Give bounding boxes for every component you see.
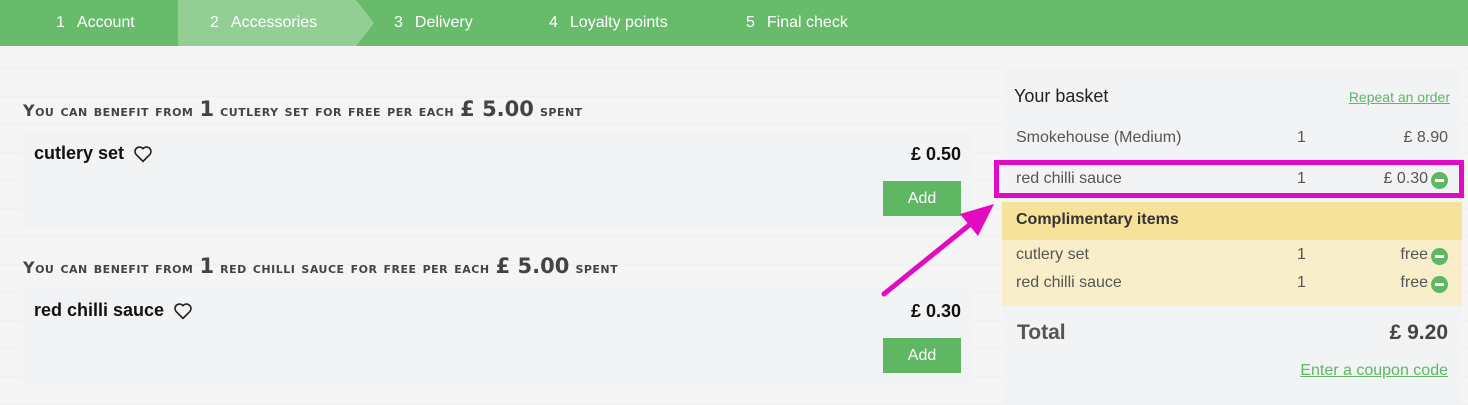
- offer-threshold: £ 5.00: [460, 97, 534, 121]
- basket-item-price: free: [1400, 274, 1428, 291]
- basket-item-name: red chilli sauce: [1016, 170, 1122, 187]
- remove-icon[interactable]: [1431, 276, 1448, 293]
- step-label: Accessories: [230, 14, 318, 31]
- step-number: 2: [210, 14, 219, 31]
- total-value: £ 9.20: [1389, 321, 1448, 344]
- offer-heading: You can benefit from 1 cutlery set for f…: [23, 97, 583, 121]
- offer-heading-mid: for free per each: [315, 101, 455, 120]
- step-delivery[interactable]: 3 Delivery: [394, 0, 473, 46]
- step-account[interactable]: 1 Account: [56, 0, 135, 46]
- offer-heading-prefix: You can benefit from: [23, 258, 194, 277]
- offer-count: 1: [199, 97, 215, 121]
- basket-item-qty: 1: [1297, 129, 1306, 146]
- offer-item: cutlery set: [220, 101, 310, 120]
- offer-threshold: £ 5.00: [495, 254, 570, 278]
- step-number: 3: [394, 14, 403, 31]
- offer-heading-suffix: spent: [539, 101, 583, 120]
- basket-item-price: £ 0.30: [1383, 170, 1428, 187]
- basket-item-qty: 1: [1297, 170, 1306, 187]
- add-button[interactable]: Add: [883, 338, 961, 373]
- basket-item-qty: 1: [1297, 274, 1306, 291]
- basket-item-name: cutlery set: [1016, 246, 1089, 263]
- remove-icon[interactable]: [1431, 172, 1448, 189]
- step-number: 4: [549, 14, 558, 31]
- total-label: Total: [1017, 321, 1066, 344]
- complimentary-title: Complimentary items: [1016, 211, 1179, 228]
- basket-panel: Your basket Repeat an order Smokehouse (…: [1002, 70, 1462, 405]
- checkout-steps: 1 Account 2 Accessories 3 Delivery 4 Loy…: [0, 0, 1468, 46]
- basket-item-name: red chilli sauce: [1016, 274, 1122, 291]
- repeat-order-link[interactable]: Repeat an order: [1349, 89, 1450, 105]
- product-price: £ 0.50: [910, 144, 961, 164]
- product-name: cutlery set: [34, 143, 153, 164]
- step-number: 5: [746, 14, 755, 31]
- step-final-check[interactable]: 5 Final check: [746, 0, 848, 46]
- step-label: Account: [76, 14, 135, 31]
- step-number: 1: [56, 14, 65, 31]
- offer-heading: You can benefit from 1 red chilli sauce …: [23, 254, 618, 278]
- product-name-text: cutlery set: [34, 143, 125, 163]
- product-name-text: red chilli sauce: [34, 300, 165, 320]
- offer-heading-mid: for free per each: [350, 258, 490, 277]
- product-price: £ 0.30: [910, 301, 961, 321]
- offer-heading-prefix: You can benefit from: [23, 101, 194, 120]
- complimentary-header: Complimentary items: [1002, 202, 1462, 240]
- product-card: red chilli sauce £ 0.30 Add: [23, 288, 973, 384]
- heart-icon[interactable]: [173, 302, 193, 320]
- basket-item-price: £ 8.90: [1403, 129, 1448, 146]
- product-name: red chilli sauce: [34, 300, 193, 321]
- offer-count: 1: [199, 254, 215, 278]
- remove-icon[interactable]: [1431, 248, 1448, 265]
- step-loyalty-points[interactable]: 4 Loyalty points: [549, 0, 668, 46]
- step-label: Final check: [766, 14, 848, 31]
- basket-item: red chilli sauce 1 £ 0.30: [1002, 164, 1462, 194]
- step-label: Delivery: [414, 14, 473, 31]
- complimentary-item: red chilli sauce 1 free: [1002, 268, 1462, 298]
- add-button[interactable]: Add: [883, 181, 961, 216]
- basket-title: Your basket: [1014, 86, 1109, 106]
- offer-heading-suffix: spent: [575, 258, 619, 277]
- step-label: Loyalty points: [569, 14, 668, 31]
- complimentary-item: cutlery set 1 free: [1002, 240, 1462, 270]
- product-card: cutlery set £ 0.50 Add: [23, 131, 973, 227]
- basket-item-name: Smokehouse (Medium): [1016, 129, 1182, 146]
- basket-item-price: free: [1400, 246, 1428, 263]
- basket-item: Smokehouse (Medium) 1 £ 8.90: [1002, 122, 1462, 162]
- heart-icon[interactable]: [133, 145, 153, 163]
- coupon-link[interactable]: Enter a coupon code: [1300, 362, 1448, 380]
- offer-item: red chilli sauce: [220, 258, 345, 277]
- basket-item-qty: 1: [1297, 246, 1306, 263]
- step-accessories[interactable]: 2 Accessories: [178, 0, 374, 46]
